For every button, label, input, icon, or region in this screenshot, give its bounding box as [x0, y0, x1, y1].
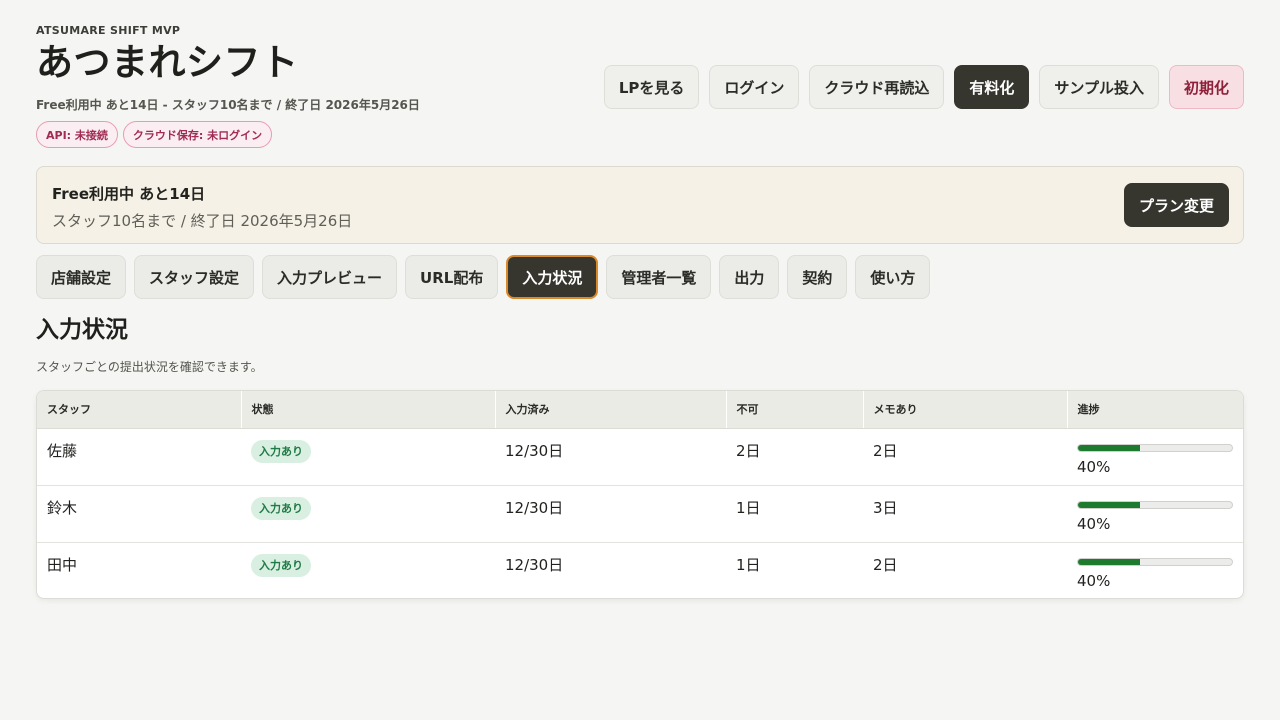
- column-header-status: 状態: [241, 391, 496, 429]
- status-table: スタッフ 状態 入力済み 不可 メモあり 進捗 佐藤 入力あり 12/30日 2…: [37, 391, 1243, 598]
- memo-days: 3日: [873, 498, 898, 517]
- status-badge: 入力あり: [251, 439, 311, 463]
- upgrade-button[interactable]: 有料化: [954, 65, 1030, 109]
- progress-fill: [1078, 501, 1140, 508]
- cloud-save-status-badge: クラウド保存: 未ログイン: [122, 121, 273, 148]
- tab-input-status[interactable]: 入力状況: [506, 255, 599, 299]
- staff-name: 田中: [47, 555, 78, 574]
- table-row: 鈴木 入力あり 12/30日 1日 3日 40%: [37, 485, 1243, 542]
- column-header-staff: スタッフ: [37, 391, 242, 429]
- staff-name: 鈴木: [47, 498, 78, 517]
- table-row: 田中 入力あり 12/30日 1日 2日 40%: [37, 542, 1243, 598]
- view-lp-button[interactable]: LPを見る: [603, 65, 700, 109]
- tab-admin-list[interactable]: 管理者一覧: [606, 255, 712, 299]
- progress-bar: [1077, 500, 1233, 509]
- column-header-progress: 進捗: [1067, 391, 1243, 429]
- memo-days: 2日: [873, 441, 898, 460]
- progress-bar: [1077, 557, 1233, 566]
- section-description: スタッフごとの提出状況を確認できます。: [36, 360, 263, 374]
- unavailable-days: 1日: [736, 498, 761, 517]
- section-title: 入力状況: [36, 317, 128, 343]
- status-badge: 入力あり: [251, 553, 311, 577]
- tab-url-distribution[interactable]: URL配布: [405, 255, 499, 299]
- main-tabs: 店舗設定 スタッフ設定 入力プレビュー URL配布 入力状況 管理者一覧 出力 …: [36, 255, 931, 299]
- reset-button[interactable]: 初期化: [1168, 65, 1244, 109]
- table-row: 佐藤 入力あり 12/30日 2日 2日 40%: [37, 428, 1243, 485]
- progress-fill: [1078, 558, 1140, 565]
- plan-summary: Free利用中 あと14日 - スタッフ10名まで / 終了日 2026年5月2…: [36, 98, 420, 112]
- table-header-row: スタッフ 状態 入力済み 不可 メモあり 進捗: [37, 391, 1243, 429]
- entered-days: 12/30日: [505, 555, 564, 574]
- plan-card: Free利用中 あと14日 スタッフ10名まで / 終了日 2026年5月26日…: [36, 166, 1244, 244]
- staff-name: 佐藤: [47, 441, 78, 460]
- status-badges: API: 未接続 クラウド保存: 未ログイン: [36, 121, 273, 148]
- app-title: あつまれシフト: [36, 41, 299, 84]
- column-header-unavailable: 不可: [726, 391, 864, 429]
- column-header-memo: メモあり: [863, 391, 1068, 429]
- app-eyebrow: ATSUMARE SHIFT MVP: [36, 24, 181, 37]
- entered-days: 12/30日: [505, 441, 564, 460]
- load-sample-button[interactable]: サンプル投入: [1039, 65, 1159, 109]
- progress-label: 40%: [1077, 457, 1111, 476]
- memo-days: 2日: [873, 555, 898, 574]
- progress-label: 40%: [1077, 571, 1111, 590]
- header-actions: LPを見る ログイン クラウド再読込 有料化 サンプル投入 初期化: [603, 65, 1244, 109]
- tab-contract[interactable]: 契約: [787, 255, 848, 299]
- change-plan-button[interactable]: プラン変更: [1123, 183, 1229, 227]
- tab-output[interactable]: 出力: [719, 255, 780, 299]
- login-button[interactable]: ログイン: [709, 65, 800, 109]
- tab-how-to-use[interactable]: 使い方: [855, 255, 931, 299]
- status-badge: 入力あり: [251, 496, 311, 520]
- unavailable-days: 1日: [736, 555, 761, 574]
- progress-bar: [1077, 443, 1233, 452]
- plan-card-title: Free利用中 あと14日: [52, 185, 206, 203]
- app-header: ATSUMARE SHIFT MVP あつまれシフト Free利用中 あと14日…: [36, 24, 1244, 154]
- tab-input-preview[interactable]: 入力プレビュー: [262, 255, 398, 299]
- unavailable-days: 2日: [736, 441, 761, 460]
- tab-staff-settings[interactable]: スタッフ設定: [134, 255, 255, 299]
- progress-fill: [1078, 444, 1140, 451]
- entered-days: 12/30日: [505, 498, 564, 517]
- plan-card-subtitle: スタッフ10名まで / 終了日 2026年5月26日: [52, 212, 353, 230]
- column-header-entered: 入力済み: [495, 391, 727, 429]
- status-table-card: スタッフ 状態 入力済み 不可 メモあり 進捗 佐藤 入力あり 12/30日 2…: [36, 390, 1244, 599]
- progress-label: 40%: [1077, 514, 1111, 533]
- tab-store-settings[interactable]: 店舗設定: [36, 255, 127, 299]
- cloud-reload-button[interactable]: クラウド再読込: [809, 65, 945, 109]
- api-status-badge: API: 未接続: [36, 121, 118, 148]
